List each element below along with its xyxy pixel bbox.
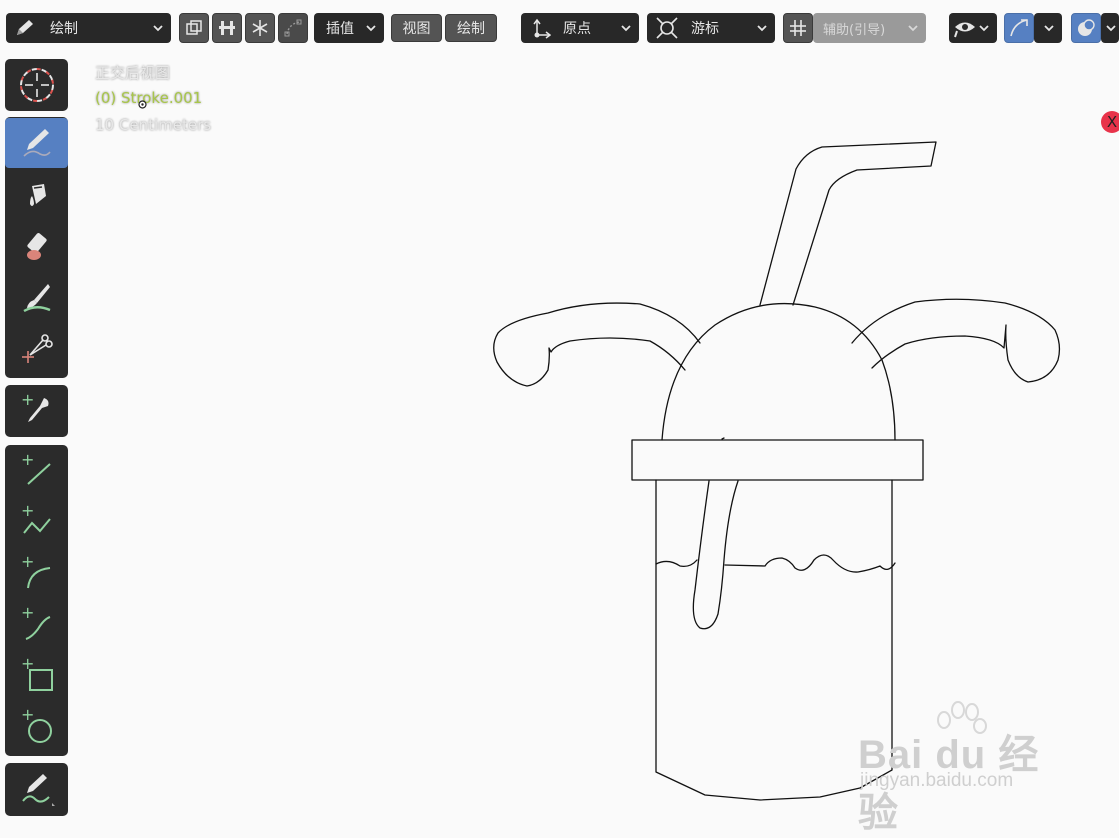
straw-inside bbox=[692, 480, 739, 630]
straw-top bbox=[759, 141, 937, 306]
liquid-surface bbox=[655, 554, 896, 573]
cup-body bbox=[655, 479, 893, 801]
watermark-url: jingyan.baidu.com bbox=[860, 770, 1014, 791]
right-handle bbox=[851, 298, 1061, 383]
lid bbox=[631, 439, 924, 481]
watermark: Bai du 经验 jingyan.baidu.com bbox=[858, 700, 1068, 835]
drawing-canvas[interactable] bbox=[0, 0, 1119, 820]
dome bbox=[661, 302, 896, 441]
left-handle bbox=[493, 302, 701, 387]
